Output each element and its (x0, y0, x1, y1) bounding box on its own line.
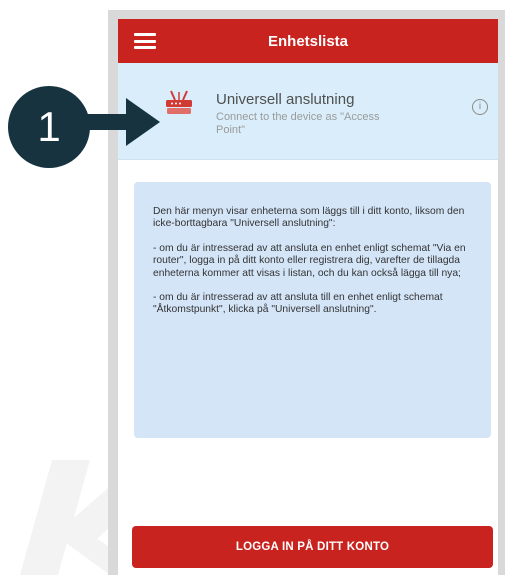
info-icon[interactable]: i (472, 99, 488, 115)
callout-arrow-icon (82, 98, 160, 146)
step-callout-badge: 1 (8, 86, 90, 168)
device-text: Universell anslutning Connect to the dev… (216, 91, 436, 137)
info-message-box: Den här menyn visar enheterna som läggs … (134, 182, 491, 438)
device-list-item-universal-connection[interactable]: Universell anslutning Connect to the dev… (118, 63, 498, 160)
header-title: Enhetslista (267, 32, 349, 50)
device-subtitle: Connect to the device as "Access Point" (216, 111, 380, 136)
app-header: Enhetslista (118, 19, 498, 63)
app-screen: Enhetslista Universell anslutning Connec… (118, 19, 498, 575)
router-icon (166, 90, 192, 114)
login-button[interactable]: LOGGA IN PÅ DITT KONTO (132, 526, 493, 568)
phone-frame: Enhetslista Universell anslutning Connec… (108, 10, 505, 575)
menu-icon[interactable] (134, 33, 156, 49)
info-paragraph: Den här menyn visar enheterna som läggs … (153, 206, 465, 230)
callout-number: 1 (37, 103, 61, 150)
info-paragraph: - om du är intresserad av att ansluta ti… (153, 292, 443, 316)
device-title: Universell anslutning (216, 91, 355, 108)
info-paragraph: - om du är intresserad av att ansluta en… (153, 242, 466, 279)
